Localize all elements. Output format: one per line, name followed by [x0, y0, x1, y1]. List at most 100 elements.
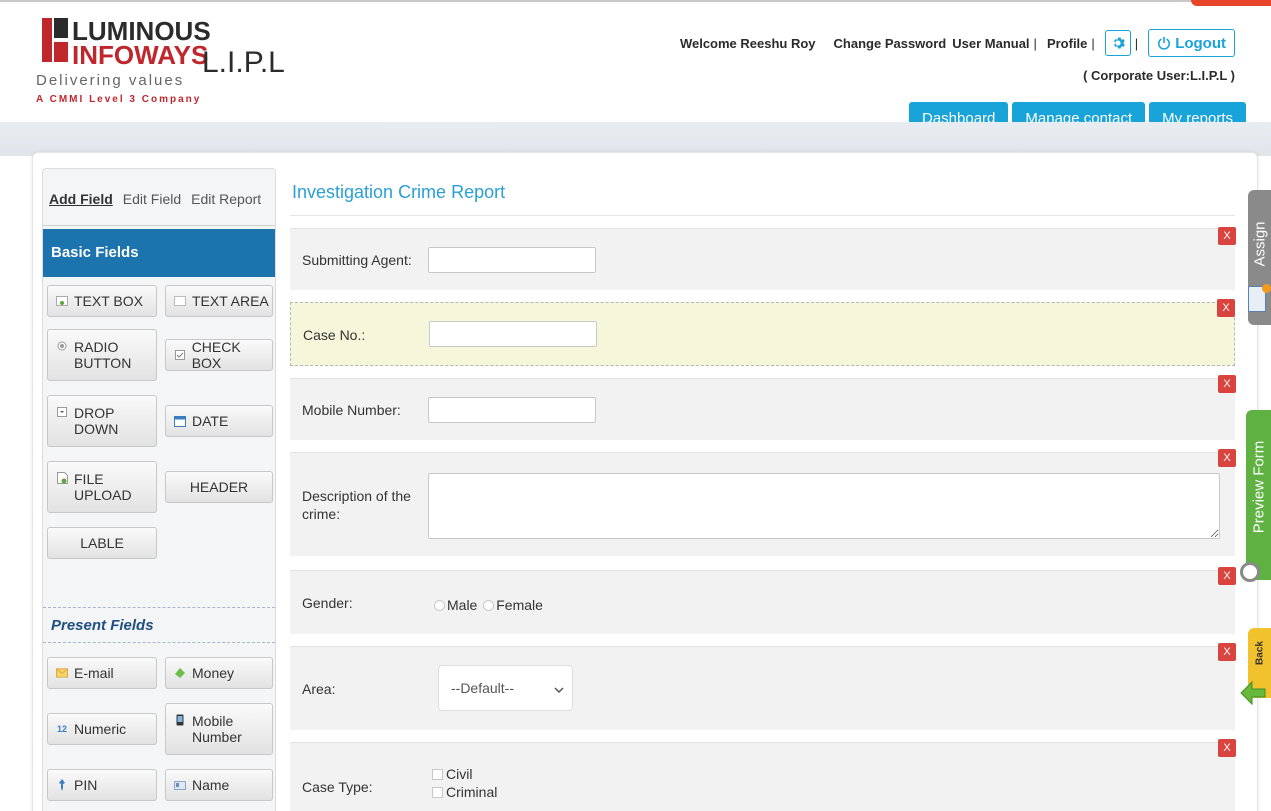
back-tab[interactable]: Back — [1240, 628, 1271, 706]
description-textarea[interactable] — [428, 473, 1220, 539]
pin-icon — [56, 779, 68, 791]
add-numeric-button[interactable]: 12 Numeric — [47, 713, 157, 745]
form-row-case-type[interactable]: Case Type: Civil Criminal X — [290, 739, 1236, 811]
preview-form-tab-label: Preview Form — [1250, 440, 1267, 533]
logo-cmmi: A CMMI Level 3 Company — [36, 94, 202, 105]
tab-edit-report[interactable]: Edit Report — [191, 191, 261, 207]
add-money-button[interactable]: Money — [165, 657, 273, 689]
field-label: DROP DOWN — [74, 405, 119, 437]
preview-form-tab[interactable]: Preview Form — [1240, 410, 1271, 582]
nav-separator: | — [1134, 35, 1139, 51]
top-border — [0, 0, 1271, 2]
change-password-link[interactable]: Change Password — [834, 36, 947, 51]
field-label: Money — [192, 665, 235, 681]
user-nav: Welcome Reeshu Roy Change Password User … — [674, 28, 1235, 58]
money-icon — [174, 667, 186, 679]
envelope-icon — [56, 667, 68, 679]
title-divider — [290, 215, 1235, 216]
selected-option: --Default-- — [451, 680, 515, 696]
logout-label: Logout — [1175, 34, 1226, 52]
add-textarea-button[interactable]: TEXT AREA — [165, 285, 273, 317]
field-label: HEADER — [189, 479, 249, 495]
add-name-button[interactable]: Name — [165, 769, 273, 801]
settings-button[interactable] — [1104, 30, 1131, 56]
field-label: Area: — [302, 681, 336, 697]
profile-link[interactable]: Profile — [1047, 36, 1087, 51]
header-band — [0, 122, 1271, 156]
back-arrow-icon — [1240, 680, 1266, 706]
assign-badge-icon — [1262, 284, 1271, 293]
field-label: DATE — [192, 413, 229, 429]
sidebar-divider — [43, 225, 275, 226]
field-label: Submitting Agent: — [302, 252, 412, 268]
field-label: Name — [192, 777, 230, 793]
criminal-checkbox[interactable] — [432, 787, 443, 798]
top-accent-bar — [1191, 0, 1271, 6]
option-label: Female — [496, 597, 543, 613]
add-header-button[interactable]: HEADER — [165, 471, 273, 503]
add-label-button[interactable]: LABLE — [47, 527, 157, 559]
remove-field-button[interactable]: X — [1218, 227, 1236, 245]
form-row-case-no[interactable]: Case No.: X — [290, 299, 1235, 366]
form-title: Investigation Crime Report — [292, 182, 506, 202]
submitting-agent-input[interactable] — [428, 247, 596, 273]
radio-icon — [56, 340, 68, 352]
male-radio[interactable] — [434, 600, 445, 611]
form-row-gender[interactable]: Gender: Male Female X — [290, 567, 1236, 634]
remove-field-button[interactable]: X — [1218, 449, 1236, 467]
add-textbox-button[interactable]: TEXT BOX — [47, 285, 157, 317]
mobile-number-input[interactable] — [428, 397, 596, 423]
field-label: E-mail — [74, 665, 114, 681]
logout-button[interactable]: Logout — [1148, 29, 1235, 57]
remove-field-button[interactable]: X — [1218, 375, 1236, 393]
gender-options: Male Female — [434, 597, 543, 613]
field-label: Case Type: — [302, 779, 373, 795]
add-radio-button[interactable]: RADIO BUTTON — [47, 329, 157, 381]
welcome-text: Welcome Reeshu Roy — [679, 35, 816, 51]
add-checkbox-button[interactable]: CHECK BOX — [165, 339, 273, 371]
basic-fields-header: Basic Fields — [43, 229, 275, 277]
field-sidebar: Add Field Edit Field Edit Report Basic F… — [42, 168, 276, 811]
remove-field-button[interactable]: X — [1218, 739, 1236, 757]
add-mobile-number-button[interactable]: Mobile Number — [165, 703, 273, 755]
dropdown-icon — [56, 406, 68, 418]
tab-add-field[interactable]: Add Field — [49, 191, 113, 207]
add-date-button[interactable]: DATE — [165, 405, 273, 437]
field-label: CHECK BOX — [191, 339, 241, 371]
gear-icon — [1113, 37, 1125, 49]
remove-field-button[interactable]: X — [1218, 567, 1236, 585]
assign-tab[interactable]: Assign — [1248, 190, 1271, 325]
logo-mark-icon — [42, 18, 68, 62]
option-label: Male — [447, 597, 478, 613]
logo-suffix: L.I.P.L — [202, 46, 285, 79]
form-row-description[interactable]: Description of the crime: X — [290, 449, 1236, 556]
add-pin-button[interactable]: PIN — [47, 769, 157, 801]
file-upload-icon — [56, 472, 68, 484]
remove-field-button[interactable]: X — [1217, 299, 1235, 317]
form-row-mobile-number[interactable]: Mobile Number: X — [290, 375, 1236, 440]
field-label: TEXT AREA — [192, 293, 269, 309]
nav-separator: | — [1033, 35, 1037, 51]
civil-checkbox[interactable] — [432, 769, 443, 780]
logo-line2: INFOWAYS — [72, 40, 209, 70]
form-row-area[interactable]: Area: --Default-- X — [290, 643, 1236, 730]
add-email-button[interactable]: E-mail — [47, 657, 157, 689]
form-row-submitting-agent[interactable]: Submitting Agent: X — [290, 227, 1236, 290]
area-select[interactable]: --Default-- — [438, 665, 573, 711]
add-dropdown-button[interactable]: DROP DOWN — [47, 395, 157, 447]
magnifier-icon — [1240, 562, 1260, 582]
field-label: Mobile Number: — [302, 402, 401, 418]
logo-tagline: Delivering values — [36, 72, 185, 89]
remove-field-button[interactable]: X — [1218, 643, 1236, 661]
tab-edit-field[interactable]: Edit Field — [123, 191, 181, 207]
field-label: LABLE — [80, 535, 124, 551]
back-tab-label: Back — [1254, 640, 1265, 665]
case-no-input[interactable] — [429, 321, 597, 347]
textarea-icon — [174, 295, 186, 307]
female-radio[interactable] — [483, 600, 495, 611]
field-label: TEXT BOX — [74, 293, 143, 309]
user-manual-link[interactable]: User Manual — [952, 36, 1029, 51]
case-type-options: Civil Criminal — [432, 765, 497, 801]
add-file-upload-button[interactable]: FILE UPLOAD — [47, 461, 157, 513]
company-logo[interactable]: LUMINOUS INFOWAYS L.I.P.L Delivering val… — [32, 14, 332, 114]
